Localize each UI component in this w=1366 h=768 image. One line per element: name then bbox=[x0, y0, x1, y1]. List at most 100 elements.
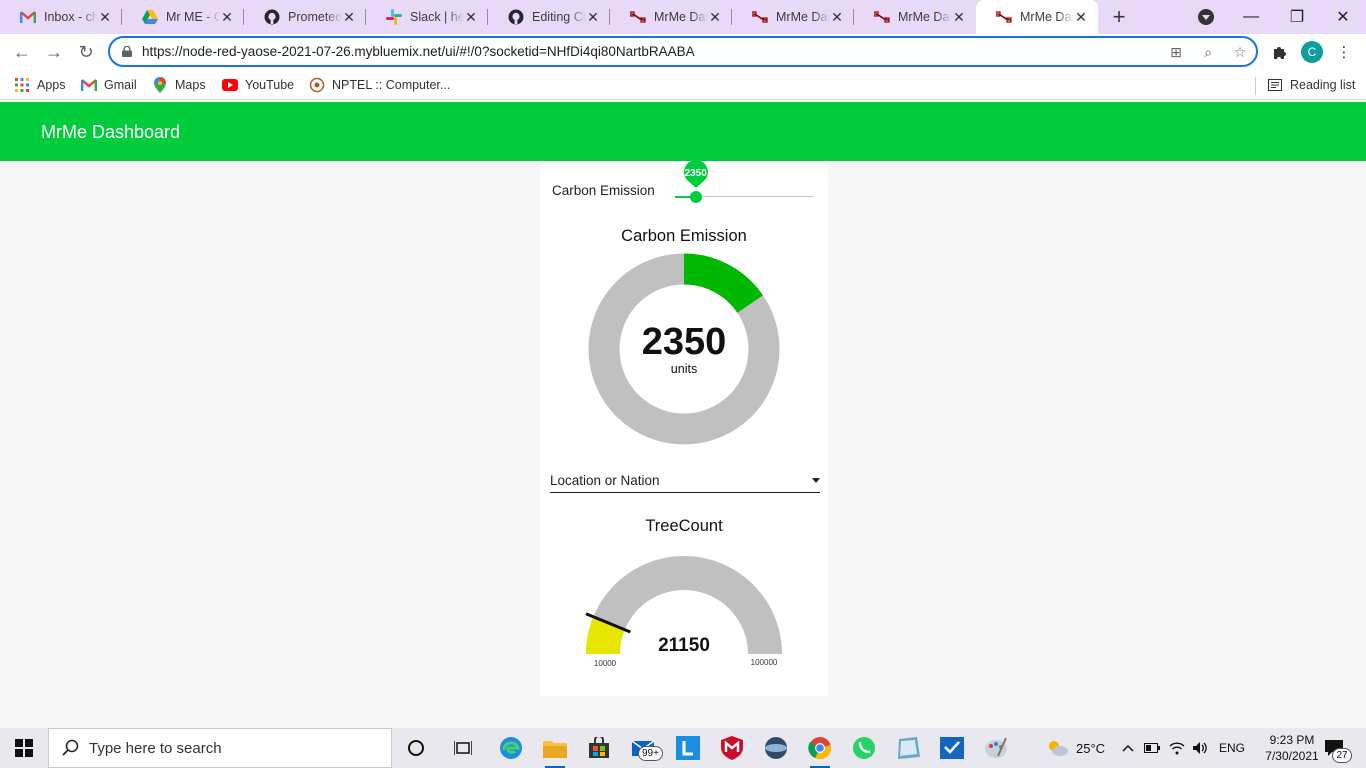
tab-mr-me[interactable]: Mr ME - Ca ✕ bbox=[122, 0, 244, 34]
node-red-icon bbox=[996, 9, 1012, 25]
bookmark-gmail[interactable]: Gmail bbox=[81, 76, 137, 94]
bookmark-star-icon[interactable]: ☆ bbox=[1232, 44, 1248, 60]
reading-list-button[interactable]: Reading list bbox=[1267, 76, 1355, 94]
bookmark-apps[interactable]: Apps bbox=[14, 76, 66, 94]
start-button[interactable] bbox=[0, 728, 48, 768]
close-tab-icon[interactable]: ✕ bbox=[464, 10, 478, 24]
forward-button[interactable]: → bbox=[42, 40, 66, 64]
node-red-icon bbox=[752, 9, 768, 25]
tab-mrme-dash-2[interactable]: MrMe Dash ✕ bbox=[732, 0, 854, 34]
reload-button[interactable]: ↻ bbox=[74, 40, 98, 64]
url-text: https://node-red-yaose-2021-07-26.myblue… bbox=[142, 44, 695, 59]
carbon-gauge-value: 2350 bbox=[641, 321, 727, 363]
app-paint-icon[interactable] bbox=[980, 732, 1012, 764]
bookmark-label: Apps bbox=[37, 78, 66, 92]
lock-icon bbox=[122, 46, 132, 57]
carbon-emission-slider-thumb[interactable] bbox=[689, 191, 702, 203]
back-button[interactable]: ← bbox=[10, 40, 34, 64]
edge-browser-icon[interactable] bbox=[495, 732, 527, 764]
browser-toolbar: ← → ↻ https://node-red-yaose-2021-07-26.… bbox=[0, 34, 1366, 70]
bookmark-maps[interactable]: Maps bbox=[152, 76, 206, 94]
taskbar-clock[interactable]: 9:23 PM 7/30/2021 bbox=[1262, 732, 1322, 764]
install-app-icon[interactable]: ⊞ bbox=[1168, 44, 1184, 60]
tab-mrme-dash-1[interactable]: MrMe Dash ✕ bbox=[610, 0, 732, 34]
tab-title: Editing Ch bbox=[532, 10, 586, 24]
microsoft-store-icon[interactable] bbox=[583, 732, 615, 764]
search-icon bbox=[61, 738, 81, 758]
close-tab-icon[interactable]: ✕ bbox=[98, 10, 112, 24]
close-tab-icon[interactable]: ✕ bbox=[342, 10, 356, 24]
close-tab-icon[interactable]: ✕ bbox=[830, 10, 844, 24]
chevron-up-icon[interactable] bbox=[1120, 740, 1136, 756]
location-dropdown-placeholder: Location or Nation bbox=[550, 473, 660, 488]
gmail-icon bbox=[81, 77, 97, 93]
tab-title: Mr ME - Ca bbox=[166, 10, 220, 24]
more-menu-icon[interactable]: ⋮ bbox=[1334, 42, 1354, 62]
app-tablet-icon[interactable] bbox=[892, 732, 924, 764]
carbon-gauge-units: units bbox=[670, 362, 698, 376]
reading-list-label: Reading list bbox=[1290, 78, 1356, 92]
tree-gauge-title: TreeCount bbox=[645, 517, 723, 535]
nptel-icon bbox=[309, 77, 325, 93]
tree-gauge-min: 10000 bbox=[593, 659, 617, 668]
bookmark-youtube[interactable]: YouTube bbox=[222, 76, 294, 94]
tab-title: MrMe Dash bbox=[776, 10, 830, 24]
bookmarks-divider bbox=[1255, 77, 1256, 95]
bookmark-label: Maps bbox=[175, 78, 206, 92]
apps-grid-icon bbox=[14, 77, 30, 93]
tab-search-icon[interactable] bbox=[1198, 9, 1214, 25]
weather-partly-cloudy-icon[interactable] bbox=[1046, 738, 1068, 758]
close-window-button[interactable]: ✕ bbox=[1320, 0, 1366, 34]
app-globe-icon[interactable] bbox=[760, 732, 792, 764]
notification-count-badge: 27 bbox=[1332, 748, 1352, 763]
mcafee-icon[interactable] bbox=[716, 732, 748, 764]
node-red-icon bbox=[874, 9, 890, 25]
tab-inbox[interactable]: Inbox - chr ✕ bbox=[0, 0, 122, 34]
whatsapp-icon[interactable] bbox=[848, 732, 880, 764]
location-dropdown[interactable]: Location or Nation bbox=[550, 471, 820, 493]
battery-icon[interactable] bbox=[1144, 740, 1160, 756]
app-check-icon[interactable] bbox=[936, 732, 968, 764]
slack-icon bbox=[386, 9, 402, 25]
close-tab-icon[interactable]: ✕ bbox=[708, 10, 722, 24]
google-drive-icon bbox=[142, 9, 158, 25]
tab-prometeo[interactable]: Prometeo- ✕ bbox=[244, 0, 366, 34]
extensions-puzzle-icon[interactable] bbox=[1270, 42, 1290, 62]
donut-value-arc bbox=[683, 253, 763, 314]
tree-gauge-value: 21150 bbox=[658, 635, 710, 656]
app-l-icon[interactable] bbox=[672, 732, 704, 764]
close-tab-icon[interactable]: ✕ bbox=[952, 10, 966, 24]
close-tab-icon[interactable]: ✕ bbox=[220, 10, 234, 24]
cortana-icon[interactable] bbox=[400, 732, 432, 764]
weather-temperature[interactable]: 25°C bbox=[1076, 741, 1105, 756]
dashboard-header: MrMe Dashboard bbox=[0, 102, 1366, 161]
taskbar-search-box[interactable]: Type here to search bbox=[48, 728, 392, 768]
minimize-button[interactable]: — bbox=[1228, 0, 1274, 34]
bookmarks-bar: Apps Gmail Maps YouTube NPTEL :: Compute… bbox=[0, 70, 1366, 100]
tab-title: MrMe Dash bbox=[654, 10, 708, 24]
tab-slack[interactable]: Slack | help ✕ bbox=[366, 0, 488, 34]
wifi-icon[interactable] bbox=[1169, 740, 1185, 756]
slider-pin-value: 2350 bbox=[684, 168, 707, 179]
restore-button[interactable]: ❐ bbox=[1274, 0, 1320, 34]
tab-mrme-dash-active[interactable]: MrMe Dash ✕ bbox=[976, 0, 1098, 34]
tab-mrme-dash-3[interactable]: MrMe Dash ✕ bbox=[854, 0, 976, 34]
chrome-icon[interactable] bbox=[804, 732, 836, 768]
zoom-icon[interactable]: ⌕ bbox=[1200, 44, 1216, 60]
tab-title: Slack | help bbox=[410, 10, 464, 24]
speaker-volume-icon[interactable] bbox=[1192, 740, 1208, 756]
address-bar[interactable]: https://node-red-yaose-2021-07-26.myblue… bbox=[108, 36, 1258, 67]
tab-editing[interactable]: Editing Ch ✕ bbox=[488, 0, 610, 34]
tab-title: Prometeo- bbox=[288, 10, 342, 24]
carbon-emission-slider-label: Carbon Emission bbox=[552, 183, 655, 198]
close-tab-icon[interactable]: ✕ bbox=[1074, 10, 1088, 24]
input-language[interactable]: ENG bbox=[1219, 741, 1245, 755]
file-explorer-icon[interactable] bbox=[539, 732, 571, 768]
bookmark-label: YouTube bbox=[245, 78, 295, 92]
taskbar-search-placeholder: Type here to search bbox=[89, 739, 222, 757]
bookmark-nptel[interactable]: NPTEL :: Computer... bbox=[309, 76, 450, 94]
profile-avatar[interactable]: C bbox=[1301, 41, 1323, 63]
new-tab-button[interactable]: + bbox=[1102, 0, 1136, 34]
close-tab-icon[interactable]: ✕ bbox=[586, 10, 600, 24]
task-view-icon[interactable] bbox=[447, 732, 479, 764]
